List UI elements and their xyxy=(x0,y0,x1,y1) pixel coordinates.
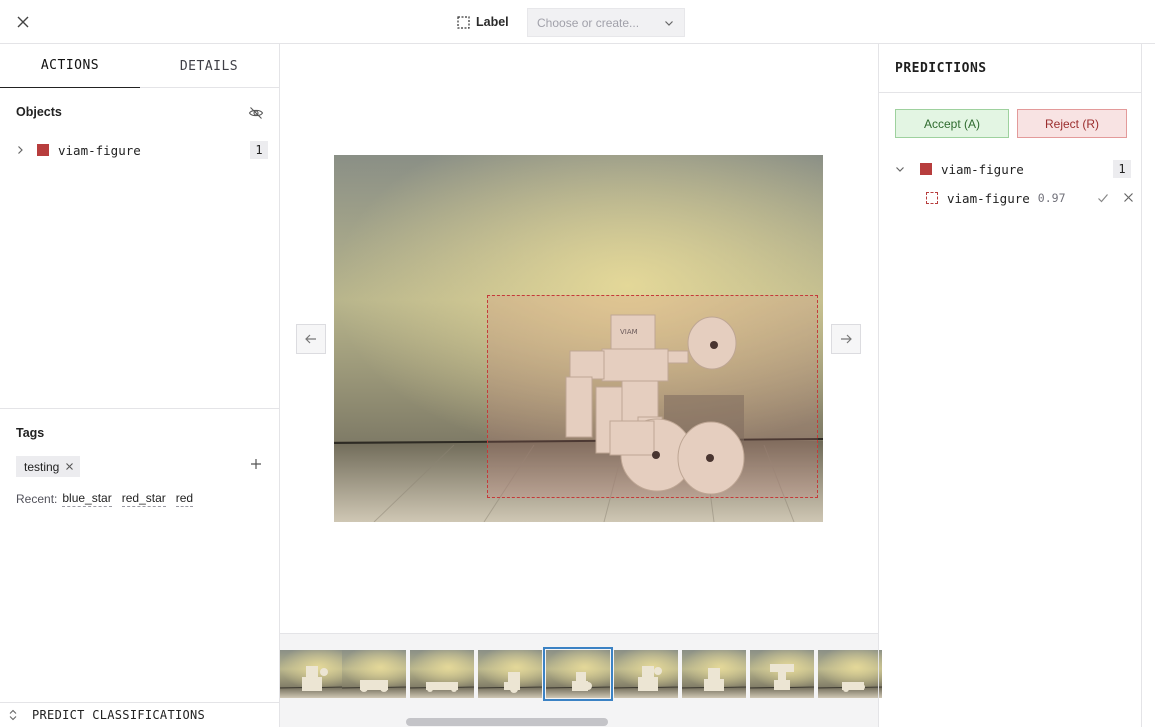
bounding-box-icon xyxy=(926,192,938,204)
chevron-up-down-icon xyxy=(9,709,17,721)
object-name: viam-figure xyxy=(58,142,141,158)
label-color-swatch xyxy=(920,163,932,175)
image-viewer: VIAM xyxy=(280,44,882,727)
thumbnail-photo xyxy=(546,650,610,698)
x-icon[interactable] xyxy=(1123,192,1134,203)
thumbnail-photo xyxy=(750,650,814,698)
divider xyxy=(0,408,279,409)
left-panel: ACTIONS DETAILS Objects viam-figure 1 Ta… xyxy=(0,44,280,727)
label-title: Label xyxy=(476,15,509,29)
top-bar: Label Choose or create... xyxy=(0,0,1155,44)
recent-tag-blue-star[interactable]: blue_star xyxy=(62,491,112,507)
predict-classifications-label: PREDICT CLASSIFICATIONS xyxy=(32,708,206,722)
thumbnail[interactable] xyxy=(478,650,542,698)
objects-title: Objects xyxy=(16,105,62,119)
thumbnail-photo xyxy=(410,650,474,698)
main-image[interactable]: VIAM xyxy=(334,155,823,522)
recent-tags: Recent: blue_star red_star red xyxy=(16,491,198,507)
label-mode[interactable]: Label xyxy=(457,11,509,33)
chevron-down-icon xyxy=(665,21,673,26)
chevron-right-icon[interactable] xyxy=(15,145,25,155)
check-icon[interactable] xyxy=(1097,192,1109,204)
close-icon xyxy=(17,16,29,28)
object-row[interactable]: viam-figure 1 xyxy=(10,138,270,162)
thumbnail-photo xyxy=(342,650,406,698)
prediction-name: viam-figure xyxy=(947,190,1030,206)
thumbnail[interactable] xyxy=(342,650,406,698)
remove-tag-icon[interactable] xyxy=(65,462,74,471)
tab-actions[interactable]: ACTIONS xyxy=(0,44,140,88)
add-tag-button[interactable] xyxy=(249,457,263,471)
close-button[interactable] xyxy=(14,13,32,31)
label-select-placeholder: Choose or create... xyxy=(537,15,640,30)
recent-label: Recent: xyxy=(16,492,58,506)
bounding-box-icon xyxy=(457,15,470,29)
thumbnail[interactable] xyxy=(280,650,344,698)
thumbnail-photo xyxy=(614,650,678,698)
recent-tag-red[interactable]: red xyxy=(175,491,194,507)
previous-image-button[interactable] xyxy=(296,324,326,354)
label-color-swatch xyxy=(37,144,49,156)
prediction-score: 0.97 xyxy=(1037,191,1066,205)
prediction-item[interactable]: viam-figure 0.97 xyxy=(926,187,1138,209)
thumbnail-photo xyxy=(682,650,746,698)
tag-label: testing xyxy=(24,459,60,474)
tags-title: Tags xyxy=(16,426,45,440)
thumbnail[interactable] xyxy=(818,650,882,698)
thumbnail[interactable] xyxy=(750,650,814,698)
toggle-visibility-button[interactable] xyxy=(248,105,264,121)
thumbnail-strip xyxy=(280,633,882,727)
recent-tag-red-star[interactable]: red_star xyxy=(121,491,166,507)
thumbnail-scrollbar[interactable] xyxy=(406,718,608,726)
arrow-right-icon xyxy=(841,334,852,344)
arrow-left-icon xyxy=(305,334,316,344)
tag-chip: testing xyxy=(16,456,81,477)
prediction-group-name: viam-figure xyxy=(941,161,1024,177)
thumbnail[interactable] xyxy=(682,650,746,698)
chevron-down-icon[interactable] xyxy=(895,164,905,174)
thumbnail[interactable] xyxy=(543,647,613,701)
thumbnail-photo xyxy=(818,650,882,698)
object-count-badge: 1 xyxy=(250,141,268,159)
thumbnail-photo xyxy=(280,650,344,698)
thumbnail[interactable] xyxy=(614,650,678,698)
thumbnail[interactable] xyxy=(410,650,474,698)
prediction-count-badge: 1 xyxy=(1113,160,1131,178)
label-select[interactable]: Choose or create... xyxy=(527,8,685,37)
eye-off-icon xyxy=(248,107,264,119)
predict-classifications-toggle[interactable]: PREDICT CLASSIFICATIONS xyxy=(0,702,279,727)
tab-details[interactable]: DETAILS xyxy=(139,44,279,88)
bounding-box-overlay[interactable] xyxy=(487,295,818,498)
predictions-panel: PREDICTIONS Accept (A) Reject (R) viam-f… xyxy=(878,44,1142,727)
plus-icon xyxy=(251,459,261,469)
next-image-button[interactable] xyxy=(831,324,861,354)
accept-button[interactable]: Accept (A) xyxy=(895,109,1009,138)
panel-tabs: ACTIONS DETAILS xyxy=(0,44,279,88)
prediction-group-row[interactable]: viam-figure 1 xyxy=(895,157,1131,181)
reject-button[interactable]: Reject (R) xyxy=(1017,109,1127,138)
predictions-title: PREDICTIONS xyxy=(879,44,1141,93)
thumbnail-photo xyxy=(478,650,542,698)
